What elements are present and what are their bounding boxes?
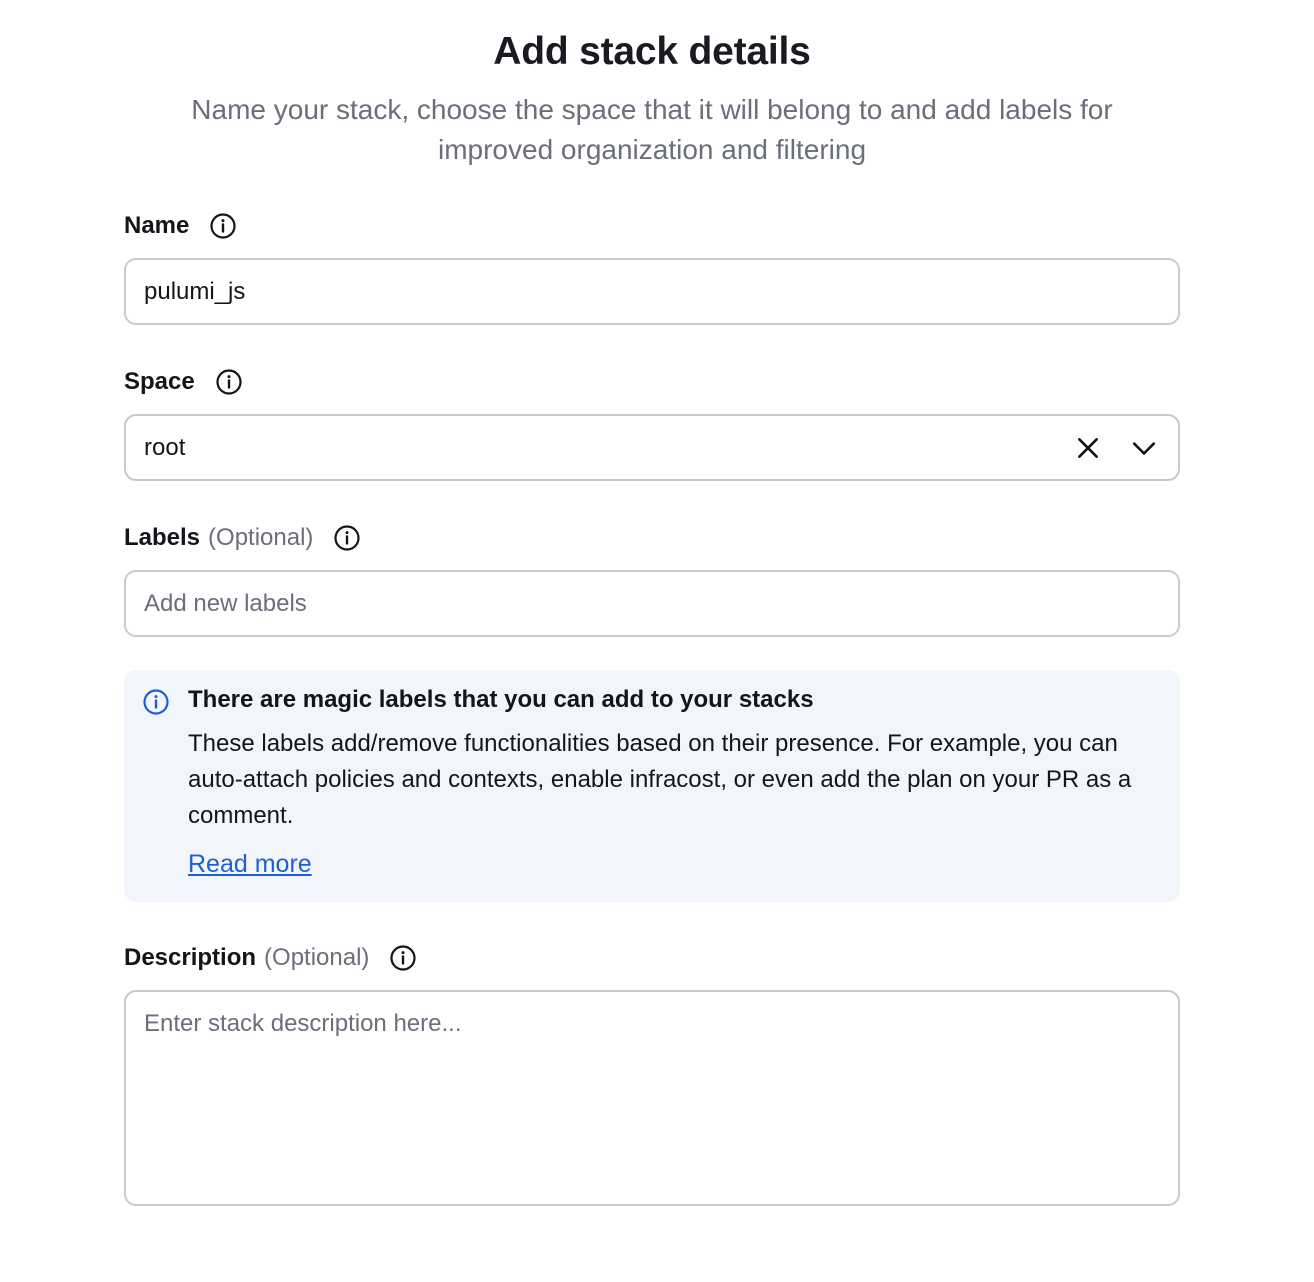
page-title: Add stack details — [493, 30, 811, 73]
space-label-text: Space — [124, 368, 195, 395]
magic-labels-callout: There are magic labels that you can add … — [124, 670, 1180, 902]
info-icon[interactable] — [209, 212, 237, 240]
description-textarea[interactable] — [144, 1010, 1160, 1186]
info-icon[interactable] — [333, 524, 361, 552]
callout-title: There are magic labels that you can add … — [188, 686, 814, 713]
chevron-down-icon[interactable] — [1128, 432, 1160, 464]
name-label: Name — [124, 209, 237, 243]
labels-label: Labels (Optional) — [124, 521, 361, 555]
description-label-text: Description — [124, 944, 257, 971]
description-label: Description (Optional) — [124, 941, 417, 975]
labels-input[interactable] — [144, 589, 1160, 618]
read-more-link[interactable]: Read more — [188, 850, 312, 879]
optional-tag: (Optional) — [264, 944, 370, 971]
labels-field[interactable] — [124, 570, 1180, 637]
optional-tag: (Optional) — [208, 524, 314, 551]
name-field[interactable] — [124, 258, 1180, 325]
callout-body: These labels add/remove functionalities … — [188, 730, 1132, 829]
close-icon[interactable] — [1072, 432, 1104, 464]
name-label-text: Name — [124, 212, 190, 239]
info-icon — [142, 688, 170, 716]
info-icon[interactable] — [215, 368, 243, 396]
info-icon[interactable] — [389, 944, 417, 972]
labels-label-text: Labels — [124, 524, 201, 551]
space-label: Space — [124, 365, 243, 399]
space-select[interactable]: root — [124, 414, 1180, 481]
page-subtitle: Name your stack, choose the space that i… — [191, 94, 1113, 165]
select-actions — [1072, 432, 1160, 464]
name-input[interactable] — [144, 277, 1160, 306]
space-selected-value: root — [144, 433, 186, 461]
description-field[interactable] — [124, 990, 1180, 1206]
